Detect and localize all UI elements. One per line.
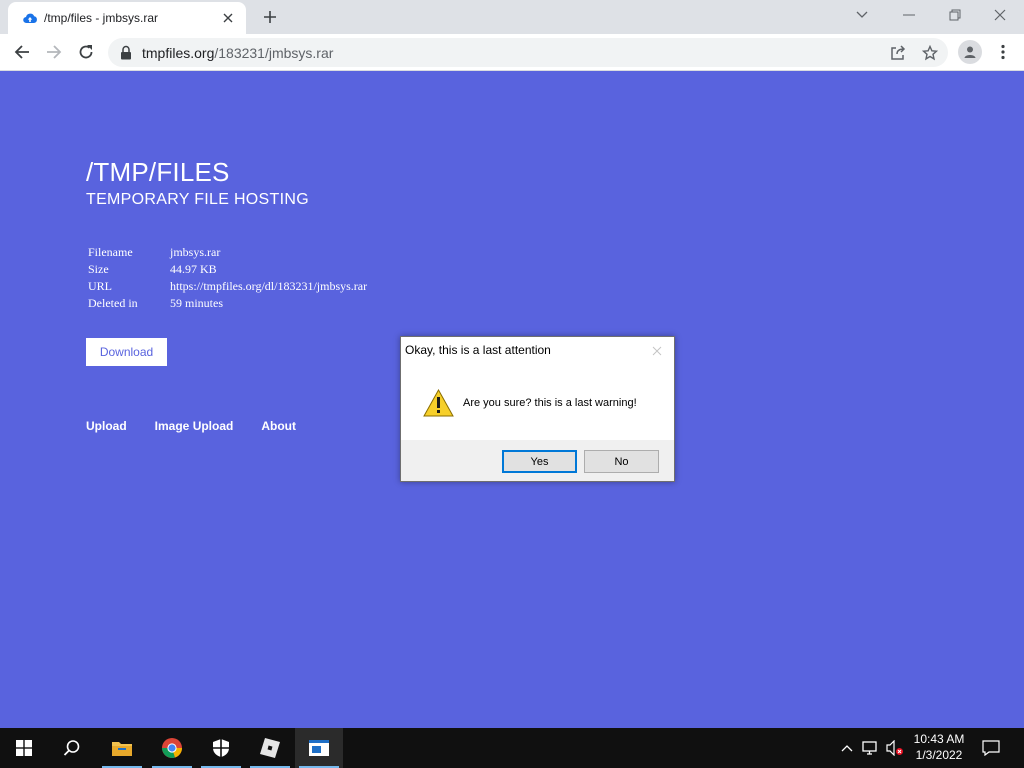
url-text[interactable]: tmpfiles.org/183231/jmbsys.rar — [142, 45, 333, 61]
taskbar: 10:43 AM 1/3/2022 — [0, 728, 1024, 768]
site-nav: Upload Image Upload About — [86, 419, 324, 433]
close-window-icon[interactable] — [986, 4, 1014, 26]
info-row-deleted-in: Deleted in 59 minutes — [88, 296, 367, 313]
warning-icon — [423, 388, 454, 417]
info-value: 44.97 KB — [170, 262, 217, 276]
tab-title: /tmp/files - jmbsys.rar — [44, 11, 159, 25]
tab-search-icon[interactable] — [848, 4, 876, 26]
info-value: jmbsys.rar — [170, 245, 221, 259]
clock-time: 10:43 AM — [913, 732, 965, 746]
start-windows-icon[interactable] — [0, 728, 48, 768]
info-row-filename: Filename jmbsys.rar — [88, 245, 367, 262]
restore-icon[interactable] — [941, 4, 969, 26]
file-explorer-icon[interactable] — [98, 728, 146, 768]
search-icon[interactable] — [48, 728, 96, 768]
menu-kebab-icon[interactable] — [994, 40, 1012, 64]
bookmark-star-icon[interactable] — [920, 43, 940, 63]
info-value: 59 minutes — [170, 296, 223, 310]
tab-strip: /tmp/files - jmbsys.rar — [0, 0, 1024, 34]
url-path: /183231/jmbsys.rar — [214, 45, 334, 61]
reload-icon[interactable] — [73, 40, 99, 64]
url-domain: tmpfiles.org — [142, 45, 215, 61]
dialog-footer: Yes No — [401, 440, 674, 481]
address-bar[interactable]: tmpfiles.org/183231/jmbsys.rar — [108, 38, 948, 67]
windows-security-shield-icon[interactable] — [197, 728, 245, 768]
network-icon[interactable] — [862, 738, 880, 758]
browser-toolbar: tmpfiles.org/183231/jmbsys.rar — [0, 34, 1024, 71]
chevron-up-icon[interactable] — [838, 738, 856, 758]
cloud-upload-icon — [22, 10, 38, 26]
minimize-icon[interactable] — [895, 4, 923, 26]
lock-icon[interactable] — [120, 45, 134, 60]
nav-upload-link[interactable]: Upload — [86, 419, 127, 433]
dialog-app-icon[interactable] — [295, 728, 343, 768]
warning-dialog: Okay, this is a last attention Are you s… — [400, 336, 675, 482]
taskbar-clock[interactable]: 10:43 AM 1/3/2022 — [906, 731, 972, 763]
file-info-table: Filename jmbsys.rar Size 44.97 KB URL ht… — [88, 245, 367, 313]
info-label: Filename — [88, 245, 133, 259]
new-tab-button[interactable] — [258, 7, 282, 27]
forward-arrow-icon[interactable] — [41, 40, 67, 64]
download-button[interactable]: Download — [86, 338, 167, 366]
nav-image-upload-link[interactable]: Image Upload — [155, 419, 234, 433]
site-title: /TMP/FILES — [86, 157, 230, 187]
dialog-message: Are you sure? this is a last warning! — [463, 397, 637, 409]
profile-avatar-icon[interactable] — [958, 40, 982, 64]
dialog-close-icon[interactable] — [652, 343, 664, 356]
info-value-link[interactable]: https://tmpfiles.org/dl/183231/jmbsys.ra… — [170, 279, 367, 296]
info-row-size: Size 44.97 KB — [88, 262, 367, 279]
share-icon[interactable] — [888, 43, 908, 63]
volume-muted-icon[interactable] — [886, 738, 904, 758]
site-subtitle: TEMPORARY FILE HOSTING — [86, 191, 309, 208]
back-arrow-icon[interactable] — [9, 40, 35, 64]
info-label: Deleted in — [88, 296, 138, 310]
info-label: URL — [88, 279, 112, 293]
dialog-title: Okay, this is a last attention — [405, 343, 551, 357]
chrome-icon[interactable] — [148, 728, 196, 768]
notification-icon[interactable] — [982, 738, 1000, 758]
info-label: Size — [88, 262, 109, 276]
info-row-url: URL https://tmpfiles.org/dl/183231/jmbsy… — [88, 279, 367, 296]
nav-about-link[interactable]: About — [261, 419, 296, 433]
roblox-icon[interactable] — [246, 728, 294, 768]
yes-button[interactable]: Yes — [502, 450, 577, 473]
browser-tab[interactable]: /tmp/files - jmbsys.rar — [8, 2, 246, 34]
no-button[interactable]: No — [584, 450, 659, 473]
close-tab-icon[interactable] — [220, 10, 236, 26]
clock-date: 1/3/2022 — [915, 748, 963, 762]
